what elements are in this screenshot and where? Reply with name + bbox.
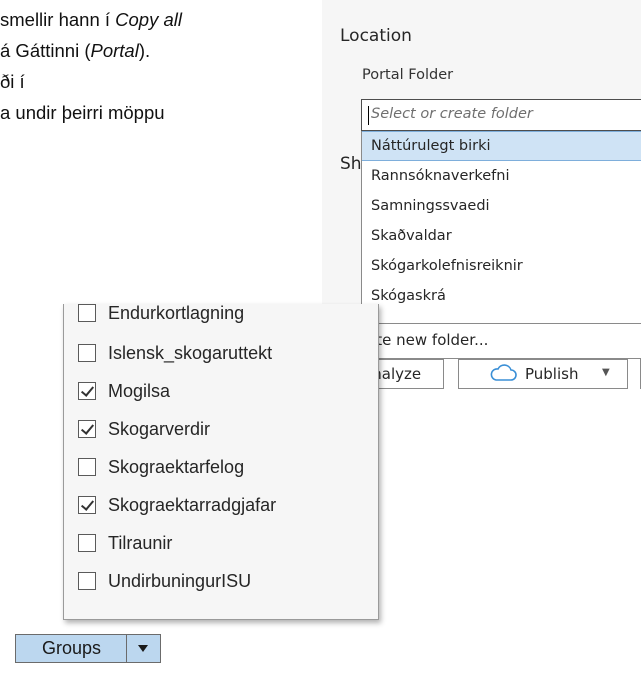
group-item[interactable]: Skograektarfelog xyxy=(78,452,244,482)
folder-option[interactable]: Skógaskrá xyxy=(362,281,641,311)
doc-text-line-1: smellir hann í Copy all xyxy=(0,9,182,30)
group-label: Skogarverdir xyxy=(108,418,211,439)
folder-option[interactable]: Skógarkolefnisreiknir xyxy=(362,251,641,281)
group-checkbox[interactable] xyxy=(78,572,96,590)
group-label: Tilraunir xyxy=(108,532,173,553)
group-item[interactable]: Islensk_skogaruttekt xyxy=(78,338,272,368)
chevron-down-icon[interactable]: ▼ xyxy=(602,367,610,378)
group-item[interactable]: Mogilsa xyxy=(78,376,170,406)
group-item[interactable]: Skogarverdir xyxy=(78,414,210,444)
group-item[interactable]: Tilraunir xyxy=(78,528,172,558)
doc-text-line-3: ði í xyxy=(0,71,25,92)
groups-checklist: Endurkortlagning Islensk_skogaruttekt Mo… xyxy=(63,304,379,620)
group-label: Islensk_skogaruttekt xyxy=(108,342,273,363)
doc-text-line-4: a undir þeirri möppu xyxy=(0,102,165,123)
group-checkbox[interactable] xyxy=(78,344,96,362)
group-checkbox-checked[interactable] xyxy=(78,420,96,438)
group-checkbox[interactable] xyxy=(78,304,96,322)
folder-option[interactable]: Náttúrulegt birki xyxy=(362,131,641,161)
chevron-down-icon xyxy=(138,645,148,652)
folder-option[interactable]: Samningssvaedi xyxy=(362,191,641,221)
publish-button[interactable]: Publish ▼ xyxy=(458,359,628,389)
group-checkbox-checked[interactable] xyxy=(78,382,96,400)
group-label: Mogilsa xyxy=(108,380,171,401)
cloud-icon xyxy=(489,364,517,386)
group-checkbox[interactable] xyxy=(78,534,96,552)
group-checkbox-checked[interactable] xyxy=(78,496,96,514)
groups-split-button[interactable]: Groups xyxy=(15,634,161,663)
groups-button-label: Groups xyxy=(42,638,102,658)
group-label: UndirbuningurISU xyxy=(108,570,252,591)
portal-folder-label: Portal Folder xyxy=(362,67,454,83)
group-checkbox[interactable] xyxy=(78,458,96,476)
group-label: Skograektarfelog xyxy=(108,456,245,477)
folder-input-placeholder: Select or create folder xyxy=(371,106,533,122)
location-heading: Location xyxy=(340,26,412,46)
group-item[interactable]: UndirbuningurISU xyxy=(78,566,251,596)
group-label: Endurkortlagning xyxy=(108,304,245,323)
folder-dropdown-list: Náttúrulegt birki Rannsóknaverkefni Samn… xyxy=(361,131,641,323)
folder-option[interactable]: Rannsóknaverkefni xyxy=(362,161,641,191)
doc-text-line-2: á Gáttinni (Portal). xyxy=(0,40,151,61)
groups-button[interactable]: Groups xyxy=(16,635,126,662)
folder-option[interactable]: Skaðvaldar xyxy=(362,221,641,251)
section-heading-partial: Sh xyxy=(340,154,362,174)
groups-dropdown-toggle[interactable] xyxy=(127,635,160,662)
text-caret xyxy=(368,106,369,125)
group-item-partial[interactable]: Endurkortlagning xyxy=(78,304,244,328)
publish-label: Publish xyxy=(525,365,579,383)
portal-folder-input[interactable]: Select or create folder xyxy=(361,99,641,131)
group-item[interactable]: Skograektarradgjafar xyxy=(78,490,276,520)
group-label: Skograektarradgjafar xyxy=(108,494,277,515)
